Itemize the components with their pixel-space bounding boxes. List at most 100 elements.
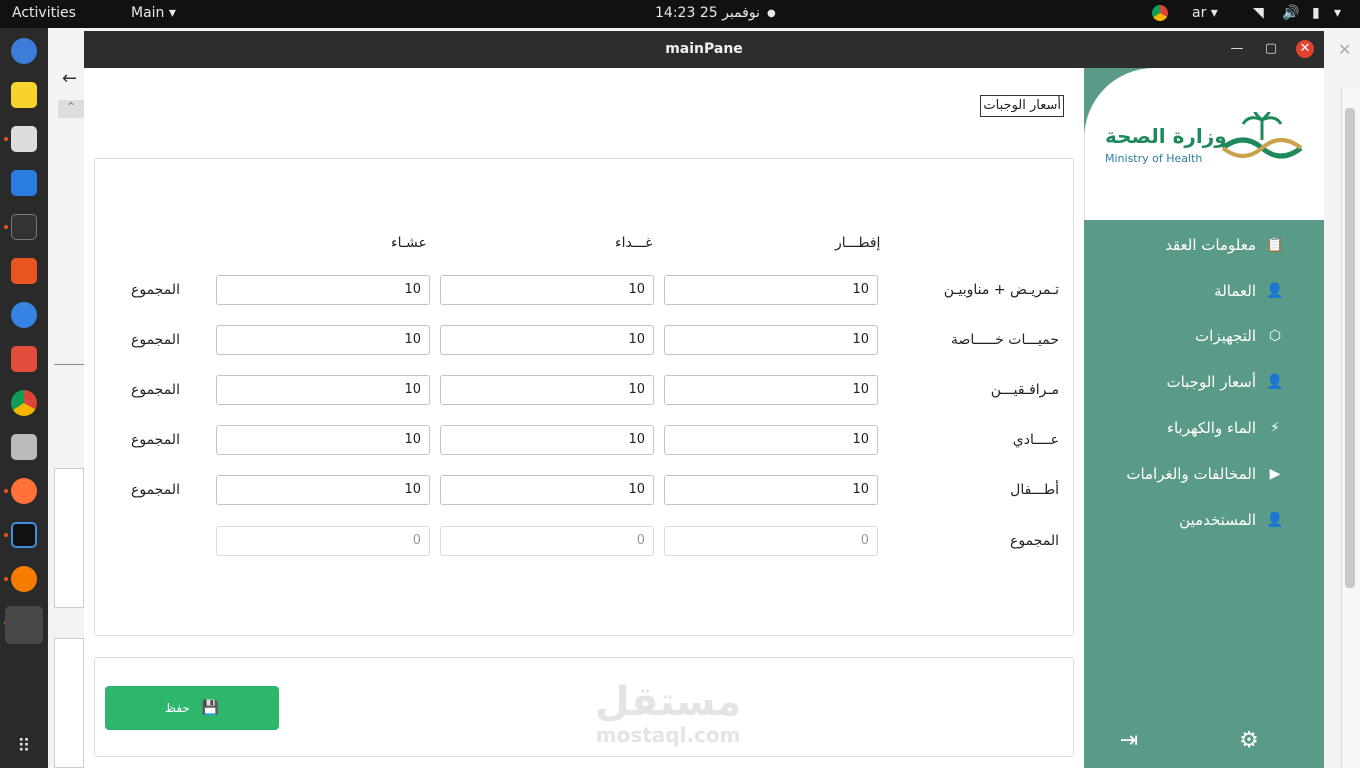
page-title: أسعار الوجبات xyxy=(980,95,1064,117)
row-label: أطـــفال xyxy=(1010,482,1059,498)
logout-icon[interactable]: ⇥ xyxy=(1116,728,1142,754)
play-icon: ▶ xyxy=(1269,466,1281,482)
lunch-total-field: 0 xyxy=(440,526,654,556)
content-area: أسعار الوجبات إفطـــار غـــداء عشـاء تـم… xyxy=(84,68,1084,768)
nav-item-label: المخالفات والغرامات xyxy=(1126,465,1256,483)
activities-button[interactable]: Activities xyxy=(12,5,76,21)
intellij-icon[interactable] xyxy=(11,522,37,548)
background-panel xyxy=(54,638,84,768)
notification-dot-icon: ● xyxy=(767,8,776,19)
box-icon: ⬡ xyxy=(1268,328,1282,344)
row-total-label: المجموع xyxy=(131,382,180,398)
back-arrow-icon[interactable]: ← xyxy=(62,68,77,89)
nav-item-meal-prices[interactable]: 👤 أسعار الوجبات xyxy=(1166,373,1284,391)
meal-prices-panel: إفطـــار غـــداء عشـاء تـمريـض + مناوبيـ… xyxy=(94,158,1074,636)
close-icon[interactable]: ✕ xyxy=(1338,40,1351,59)
dinner-price-input[interactable]: 10 xyxy=(216,375,430,405)
breakfast-price-input[interactable]: 10 xyxy=(664,475,878,505)
breakfast-price-input[interactable]: 10 xyxy=(664,275,878,305)
show-apps-icon[interactable]: ⠿ xyxy=(11,734,37,760)
thunderbird-icon[interactable] xyxy=(11,38,37,64)
row-label: عــــادي xyxy=(1012,432,1059,448)
breakfast-total-field: 0 xyxy=(664,526,878,556)
volume-icon[interactable]: 🔊 xyxy=(1282,5,1299,21)
dinner-price-input[interactable]: 10 xyxy=(216,425,430,455)
divider xyxy=(54,364,84,365)
wifi-icon[interactable]: ◥ xyxy=(1253,5,1264,21)
lunch-price-input[interactable]: 10 xyxy=(440,425,654,455)
row-label: مـرافـقيـــن xyxy=(990,382,1059,398)
scrollbar-thumb[interactable] xyxy=(1345,108,1355,588)
scrollbar-track[interactable] xyxy=(1341,88,1360,768)
user-icon: 👤 xyxy=(1266,283,1284,299)
rhythmbox-icon[interactable] xyxy=(11,82,37,108)
watermark-arabic: مستقل xyxy=(595,679,742,725)
row-total-label: المجموع xyxy=(131,432,180,448)
column-header-breakfast: إفطـــار xyxy=(835,235,881,251)
chrome-indicator-icon[interactable] xyxy=(1152,5,1168,21)
terminal-icon[interactable] xyxy=(11,214,37,240)
nav-item-water-electricity[interactable]: ⚡ الماء والكهرباء xyxy=(1167,419,1284,437)
save-label: حفظ xyxy=(164,701,190,715)
nav-item-labor[interactable]: 👤 العمالة xyxy=(1214,282,1284,300)
lunch-price-input[interactable]: 10 xyxy=(440,325,654,355)
help-icon[interactable] xyxy=(11,302,37,328)
files-icon[interactable] xyxy=(11,126,37,152)
firefox-icon[interactable] xyxy=(11,478,37,504)
window-title: mainPane xyxy=(665,41,743,57)
breakfast-price-input[interactable]: 10 xyxy=(664,375,878,405)
dinner-total-field: 0 xyxy=(216,526,430,556)
nav-item-contract-info[interactable]: 📋 معلومات العقد xyxy=(1165,236,1284,254)
close-window-icon[interactable]: ✕ xyxy=(1296,40,1314,58)
java-app-icon[interactable] xyxy=(5,606,43,644)
breakfast-price-input[interactable]: 10 xyxy=(664,325,878,355)
dinner-price-input[interactable]: 10 xyxy=(216,475,430,505)
writer-icon[interactable] xyxy=(11,170,37,196)
nav-item-label: الماء والكهرباء xyxy=(1166,419,1256,437)
gear-icon[interactable]: ⚙ xyxy=(1236,728,1262,754)
input-language[interactable]: ar ▾ xyxy=(1192,5,1218,21)
software-center-icon[interactable] xyxy=(11,258,37,284)
chrome-icon[interactable] xyxy=(11,390,37,416)
ministry-logo: وزارة الصحة Ministry of Health xyxy=(1084,68,1324,220)
app-menu[interactable]: Main ▾ xyxy=(131,5,176,21)
minimize-icon[interactable]: — xyxy=(1228,40,1246,58)
system-menu-chevron-icon[interactable]: ▾ xyxy=(1334,5,1341,21)
breakfast-price-input[interactable]: 10 xyxy=(664,425,878,455)
totals-row-label: المجموع xyxy=(1010,533,1059,549)
window-titlebar[interactable]: mainPane xyxy=(84,31,1324,68)
lunch-price-input[interactable]: 10 xyxy=(440,475,654,505)
dinner-price-input[interactable]: 10 xyxy=(216,325,430,355)
user-icon: 👤 xyxy=(1266,374,1284,390)
battery-icon[interactable]: ▮ xyxy=(1312,5,1320,21)
nav-item-label: التجهيزات xyxy=(1195,327,1256,345)
tower-icon: ⚡ xyxy=(1270,420,1280,436)
nav-item-label: أسعار الوجبات xyxy=(1166,373,1256,391)
nav-item-label: المستخدمين xyxy=(1179,511,1256,529)
background-panel xyxy=(54,468,84,608)
nav-item-violations-fines[interactable]: ▶ المخالفات والغرامات xyxy=(1126,465,1284,483)
row-label: حميـــات خـــــاصة xyxy=(951,332,1059,348)
anydesk-icon[interactable] xyxy=(11,346,37,372)
clipboard-icon: 📋 xyxy=(1266,237,1284,253)
sidebar: وزارة الصحة Ministry of Health 📋 معلومات … xyxy=(1084,68,1324,768)
column-header-dinner: عشـاء xyxy=(391,235,427,251)
watermark-latin: mostaql.com xyxy=(595,723,741,747)
running-indicator xyxy=(4,577,8,581)
row-total-label: المجموع xyxy=(131,482,180,498)
search-tool-icon[interactable] xyxy=(11,434,37,460)
nav-item-users[interactable]: 👤 المستخدمين xyxy=(1179,511,1284,529)
column-header-lunch: غـــداء xyxy=(615,235,653,251)
maximize-icon[interactable]: ▢ xyxy=(1262,40,1280,58)
dinner-price-input[interactable]: 10 xyxy=(216,275,430,305)
lunch-price-input[interactable]: 10 xyxy=(440,375,654,405)
save-button[interactable]: حفظ 💾 xyxy=(105,686,279,730)
clock[interactable]: نوفمبر 25 14:23 xyxy=(655,5,760,21)
watermark: مستقل mostaql.com xyxy=(595,680,741,746)
running-indicator xyxy=(4,489,8,493)
app-icon[interactable] xyxy=(11,566,37,592)
nav-item-equipment[interactable]: ⬡ التجهيزات xyxy=(1195,327,1284,345)
lunch-price-input[interactable]: 10 xyxy=(440,275,654,305)
row-label: تـمريـض + مناوبيـن xyxy=(943,282,1059,298)
collapse-icon[interactable]: ⌃ xyxy=(58,100,84,118)
